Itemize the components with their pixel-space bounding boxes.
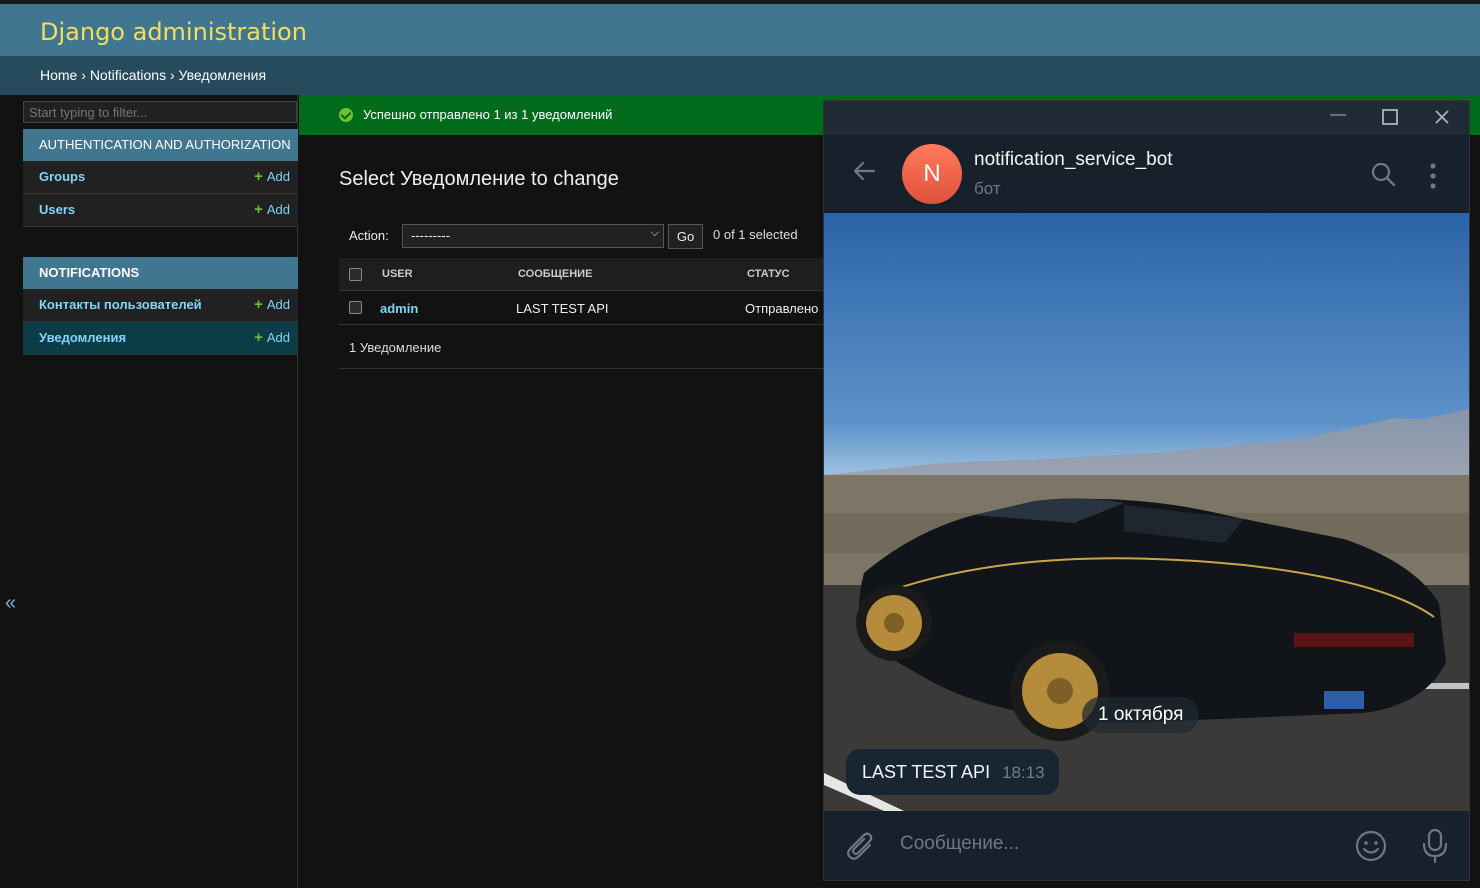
action-label: Action: [349,228,389,243]
close-icon[interactable] [1434,109,1450,130]
nav-sidebar: Authentication and Authorization Groups … [22,95,298,888]
message-input[interactable]: Сообщение... [900,833,1019,855]
app-caption-auth[interactable]: Authentication and Authorization [23,129,298,161]
emoji-icon[interactable] [1354,829,1388,868]
chat-title[interactable]: notification_service_bot [974,149,1173,171]
add-notification-button[interactable]: + Add [254,322,290,354]
paperclip-icon[interactable] [846,831,876,868]
back-arrow-icon[interactable] [850,157,878,192]
date-separator: 1 октября [1082,697,1200,733]
row-message: LAST TEST API [516,301,609,316]
add-groups-button[interactable]: + Add [254,161,290,193]
success-check-icon [339,108,353,122]
telegram-window: — N notification_service_bot бот 1 октяб… [823,100,1470,881]
model-link-groups[interactable]: Groups [39,161,85,193]
row-status: Отправлено [745,301,819,316]
action-select[interactable]: --------- ⌵ [402,224,664,248]
sidebar-item-groups: Groups + Add [23,161,298,194]
app-caption-notifications[interactable]: Notifications [23,257,298,289]
paginator: 1 Уведомление [339,325,824,369]
more-vertical-icon[interactable] [1429,163,1437,194]
column-header-status[interactable]: Статус [747,268,790,280]
message-text: LAST TEST API [862,762,991,782]
chat-subtitle: бот [974,179,1001,198]
add-label: Add [266,202,290,217]
select-all-checkbox[interactable] [349,268,362,281]
add-label: Add [266,330,290,345]
plus-icon: + [254,296,263,313]
chat-header: N notification_service_bot бот [824,135,1469,213]
search-icon[interactable] [1370,161,1396,192]
breadcrumb-app[interactable]: Notifications [90,67,166,83]
column-header-message[interactable]: Сообщение [518,268,592,280]
breadcrumb-separator: › [77,67,90,83]
model-link-notifications[interactable]: Уведомления [39,322,126,354]
breadcrumb-separator: › [166,67,179,83]
avatar[interactable]: N [902,144,962,204]
site-branding[interactable]: Django administration [40,18,307,46]
breadcrumb: Home › Notifications › Уведомления [0,56,1480,95]
sidebar-gutter: « [0,95,22,888]
sidebar-item-users: Users + Add [23,194,298,227]
sidebar-item-notifications: Уведомления + Add [23,322,298,355]
add-label: Add [266,169,290,184]
nav-filter-input[interactable] [23,101,297,123]
add-contacts-button[interactable]: + Add [254,289,290,321]
sidebar-item-contacts: Контакты пользователей + Add [23,289,298,322]
message-bubble[interactable]: LAST TEST API 18:13 [846,749,1059,795]
toggle-nav-sidebar-button[interactable]: « [5,592,16,615]
plus-icon: + [254,329,263,346]
row-user-link[interactable]: admin [380,301,418,316]
breadcrumb-home[interactable]: Home [40,67,77,83]
row-select-checkbox[interactable] [349,301,362,314]
go-button[interactable]: Go [668,224,703,249]
window-titlebar: — [824,101,1469,135]
add-users-button[interactable]: + Add [254,194,290,226]
add-label: Add [266,297,290,312]
message-composer: Сообщение... [824,811,1469,880]
plus-icon: + [254,168,263,185]
breadcrumb-current: Уведомления [178,67,267,83]
table-row: admin LAST TEST API Отправлено [339,291,824,325]
success-message-text: Успешно отправлено 1 из 1 уведомлений [363,107,613,122]
plus-icon: + [254,201,263,218]
selection-counter: 0 of 1 selected [713,227,798,242]
column-header-user[interactable]: User [382,268,413,280]
model-link-contacts[interactable]: Контакты пользователей [39,289,202,321]
action-select-value: --------- [411,228,450,243]
microphone-icon[interactable] [1421,828,1449,869]
model-link-users[interactable]: Users [39,194,75,226]
chat-photo-message[interactable]: 1 октября LAST TEST API 18:13 [824,213,1469,811]
minimize-icon[interactable]: — [1330,106,1346,124]
maximize-icon[interactable] [1382,109,1398,130]
admin-header: Django administration [0,0,1480,56]
table-header: User Сообщение Статус [339,258,824,291]
message-time: 18:13 [1002,763,1045,782]
page-title: Select Уведомление to change [339,168,619,190]
chevron-down-icon: ⌵ [650,227,659,239]
